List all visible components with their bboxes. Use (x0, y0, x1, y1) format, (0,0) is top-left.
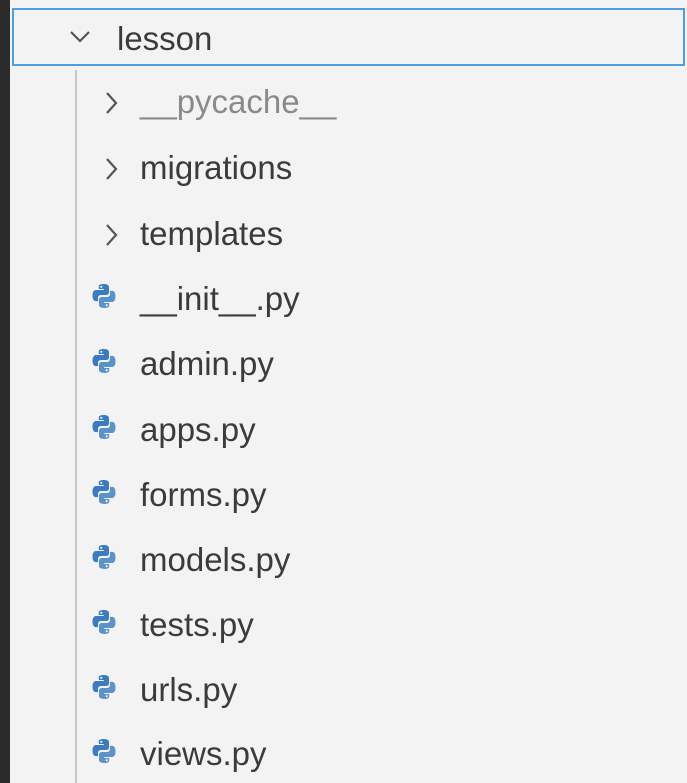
tree-file-item[interactable]: forms.py (80, 464, 680, 526)
tree-item-label: admin.py (140, 345, 274, 382)
tree-item-label: models.py (140, 541, 291, 578)
tree-folder-item[interactable]: __pycache__ (80, 71, 680, 133)
tree-item-label: urls.py (140, 671, 238, 708)
python-icon (91, 348, 117, 374)
tree-item-label: forms.py (140, 476, 267, 513)
chevron-right-icon (101, 222, 121, 248)
python-icon (91, 609, 117, 635)
tree-item-label: views.py (140, 735, 267, 772)
tree-item-label: migrations (140, 149, 293, 186)
tree-file-item[interactable]: admin.py (80, 333, 680, 395)
tree-file-item[interactable]: urls.py (80, 659, 680, 721)
tree-folder-item[interactable]: migrations (80, 137, 680, 199)
python-icon (91, 738, 117, 764)
chevron-right-icon (101, 90, 121, 116)
chevron-right-icon (101, 156, 121, 182)
tree-folder-item[interactable]: templates (80, 203, 680, 265)
tree-file-item[interactable]: apps.py (80, 399, 680, 461)
tree-item-label: tests.py (140, 606, 254, 643)
python-icon (91, 283, 117, 309)
tree-item-label: templates (140, 215, 284, 252)
file-tree: __pycache__ migrations templates __init__.p… (0, 0, 687, 783)
python-icon (91, 414, 117, 440)
tree-item-label: __init__.py (140, 280, 300, 317)
tree-item-label: apps.py (140, 411, 256, 448)
python-icon (91, 544, 117, 570)
file-explorer: lesson __pycache__ migrations templates __i… (0, 0, 687, 783)
tree-file-item[interactable]: __init__.py (80, 268, 680, 330)
tree-file-item[interactable]: views.py (80, 723, 680, 783)
tree-item-label: __pycache__ (140, 83, 337, 120)
python-icon (91, 479, 117, 505)
python-icon (91, 674, 117, 700)
tree-file-item[interactable]: tests.py (80, 594, 680, 656)
tree-file-item[interactable]: models.py (80, 529, 680, 591)
